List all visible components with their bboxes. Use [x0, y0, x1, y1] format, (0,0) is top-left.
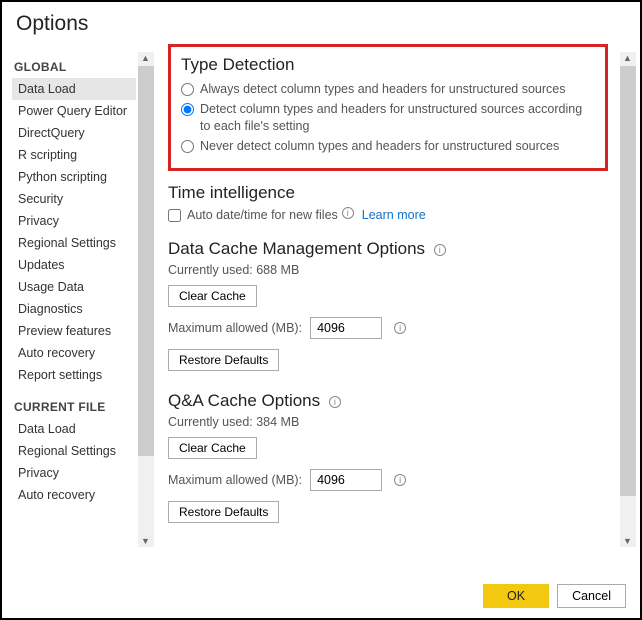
chevron-up-icon[interactable]: ▲ — [623, 53, 632, 63]
time-intelligence-heading: Time intelligence — [168, 183, 608, 203]
data-cache-heading-text: Data Cache Management Options — [168, 239, 425, 258]
sidebar-item-usage-data[interactable]: Usage Data — [12, 276, 136, 298]
group-current-header: CURRENT FILE — [14, 400, 154, 414]
type-detection-heading: Type Detection — [181, 55, 595, 75]
sidebar-item-directquery[interactable]: DirectQuery — [12, 122, 136, 144]
sidebar-item-power-query-editor[interactable]: Power Query Editor — [12, 100, 136, 122]
qa-cache-section: Q&A Cache Options i Currently used: 384 … — [168, 391, 608, 527]
qa-cache-max-label: Maximum allowed (MB): — [168, 473, 302, 487]
clear-cache-button[interactable]: Clear Cache — [168, 285, 257, 307]
sidebar-item-cf-regional-settings[interactable]: Regional Settings — [12, 440, 136, 462]
radio-always-label: Always detect column types and headers f… — [200, 81, 565, 98]
info-icon[interactable]: i — [342, 207, 354, 219]
dialog-footer: OK Cancel — [483, 584, 626, 608]
radio-always-detect[interactable]: Always detect column types and headers f… — [181, 81, 595, 98]
qa-clear-cache-button[interactable]: Clear Cache — [168, 437, 257, 459]
auto-datetime-label: Auto date/time for new files — [187, 207, 338, 224]
radio-always-input[interactable] — [181, 83, 194, 96]
content-area: GLOBAL Data Load Power Query Editor Dire… — [2, 44, 640, 556]
scrollbar-thumb[interactable] — [138, 66, 154, 456]
sidebar-scrollbar[interactable]: ▲ ▼ — [138, 52, 154, 547]
qa-cache-used: Currently used: 384 MB — [168, 415, 608, 429]
radio-never-detect[interactable]: Never detect column types and headers fo… — [181, 138, 595, 155]
main-scrollbar[interactable]: ▲ ▼ — [620, 52, 636, 547]
sidebar-item-cf-privacy[interactable]: Privacy — [12, 462, 136, 484]
qa-cache-heading-text: Q&A Cache Options — [168, 391, 320, 410]
radio-never-label: Never detect column types and headers fo… — [200, 138, 559, 155]
sidebar-item-preview-features[interactable]: Preview features — [12, 320, 136, 342]
info-icon[interactable]: i — [434, 244, 446, 256]
group-global-header: GLOBAL — [14, 60, 154, 74]
sidebar-item-updates[interactable]: Updates — [12, 254, 136, 276]
info-icon[interactable]: i — [329, 396, 341, 408]
sidebar-item-python-scripting[interactable]: Python scripting — [12, 166, 136, 188]
chevron-up-icon[interactable]: ▲ — [141, 53, 150, 63]
info-icon[interactable]: i — [394, 322, 406, 334]
data-cache-max-input[interactable] — [310, 317, 382, 339]
radio-detect-per-file[interactable]: Detect column types and headers for unst… — [181, 101, 595, 135]
data-cache-max-label: Maximum allowed (MB): — [168, 321, 302, 335]
data-cache-max-row: Maximum allowed (MB): i — [168, 317, 608, 339]
auto-datetime-checkbox-row[interactable]: Auto date/time for new files i Learn mor… — [168, 207, 608, 224]
window-title: Options — [2, 2, 640, 44]
chevron-down-icon[interactable]: ▼ — [623, 536, 632, 546]
sidebar: GLOBAL Data Load Power Query Editor Dire… — [6, 44, 154, 556]
sidebar-item-privacy[interactable]: Privacy — [12, 210, 136, 232]
sidebar-item-auto-recovery[interactable]: Auto recovery — [12, 342, 136, 364]
data-cache-heading: Data Cache Management Options i — [168, 239, 608, 259]
sidebar-item-cf-data-load[interactable]: Data Load — [12, 418, 136, 440]
cancel-button[interactable]: Cancel — [557, 584, 626, 608]
qa-cache-heading: Q&A Cache Options i — [168, 391, 608, 411]
sidebar-item-cf-auto-recovery[interactable]: Auto recovery — [12, 484, 136, 506]
data-cache-used: Currently used: 688 MB — [168, 263, 608, 277]
main-panel: Type Detection Always detect column type… — [154, 44, 640, 556]
qa-restore-defaults-button[interactable]: Restore Defaults — [168, 501, 279, 523]
radio-detect-input[interactable] — [181, 103, 194, 116]
data-cache-section: Data Cache Management Options i Currentl… — [168, 239, 608, 375]
radio-detect-label: Detect column types and headers for unst… — [200, 101, 595, 135]
restore-defaults-button[interactable]: Restore Defaults — [168, 349, 279, 371]
qa-cache-max-row: Maximum allowed (MB): i — [168, 469, 608, 491]
time-intelligence-section: Time intelligence Auto date/time for new… — [168, 183, 608, 224]
sidebar-item-data-load[interactable]: Data Load — [12, 78, 136, 100]
sidebar-item-regional-settings[interactable]: Regional Settings — [12, 232, 136, 254]
sidebar-item-diagnostics[interactable]: Diagnostics — [12, 298, 136, 320]
radio-never-input[interactable] — [181, 140, 194, 153]
ok-button[interactable]: OK — [483, 584, 549, 608]
type-detection-highlight: Type Detection Always detect column type… — [168, 44, 608, 171]
sidebar-item-r-scripting[interactable]: R scripting — [12, 144, 136, 166]
sidebar-item-report-settings[interactable]: Report settings — [12, 364, 136, 386]
scrollbar-thumb[interactable] — [620, 66, 636, 496]
sidebar-item-security[interactable]: Security — [12, 188, 136, 210]
auto-datetime-checkbox[interactable] — [168, 209, 181, 222]
info-icon[interactable]: i — [394, 474, 406, 486]
learn-more-link[interactable]: Learn more — [362, 207, 426, 224]
chevron-down-icon[interactable]: ▼ — [141, 536, 150, 546]
qa-cache-max-input[interactable] — [310, 469, 382, 491]
